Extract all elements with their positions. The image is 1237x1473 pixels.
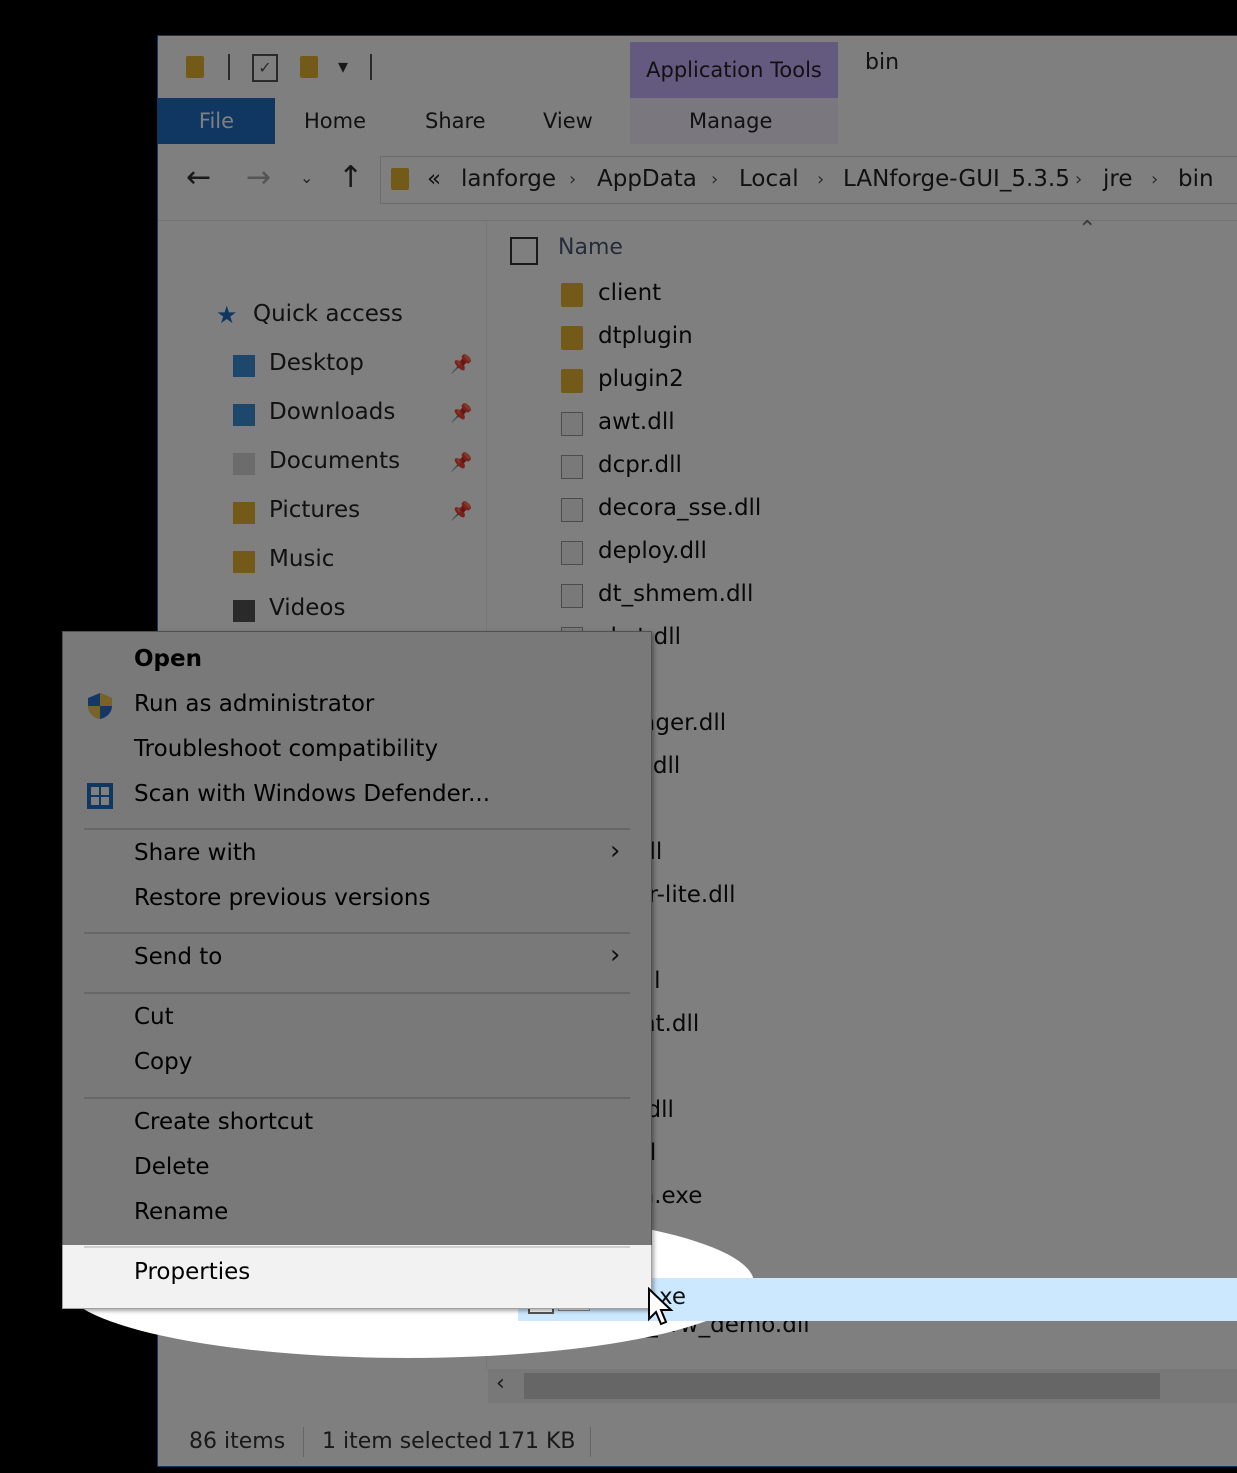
menu-separator bbox=[84, 1246, 630, 1248]
context-menu-dim bbox=[62, 631, 652, 1245]
menu-item-label: Properties bbox=[134, 1259, 251, 1285]
mouse-cursor-icon bbox=[648, 1287, 674, 1326]
menu-item-properties[interactable]: Properties bbox=[63, 1251, 651, 1296]
